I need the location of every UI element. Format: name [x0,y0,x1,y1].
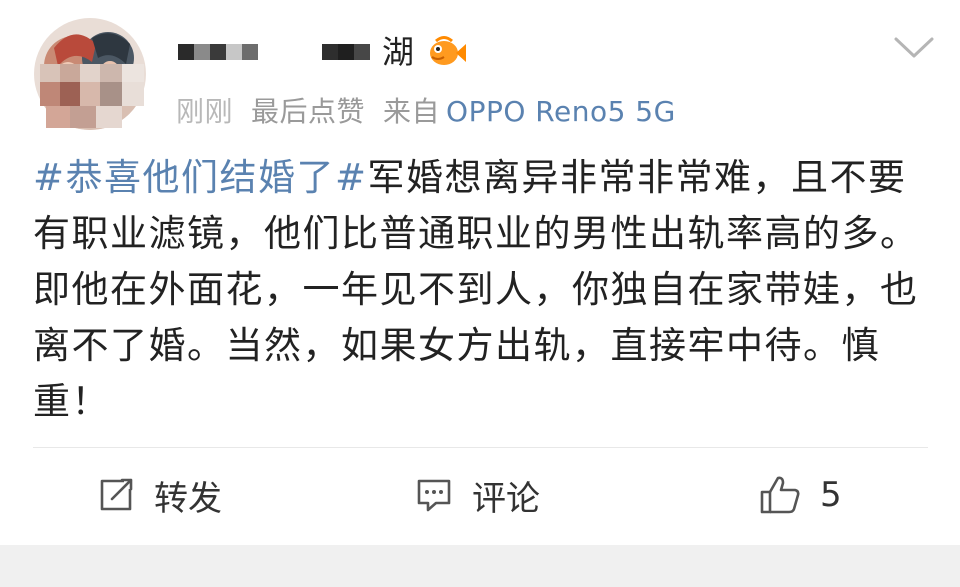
avatar-mosaic [40,64,144,128]
hashtag-link[interactable]: #恭喜他们结婚了# [33,156,368,199]
divider [33,447,928,448]
source-prefix: 来自 [383,95,441,128]
weibo-post-card: 湖 刚刚 最后点赞 来自 OPPO Reno5 5G #恭喜他们结婚了#军婚想离异非常… [0,0,960,545]
last-like-label: 最后点赞 [251,95,366,128]
fish-badge-icon[interactable] [426,35,467,69]
username[interactable]: 湖 [178,28,467,76]
source-device[interactable]: OPPO Reno5 5G [446,95,676,128]
comment-icon [417,479,451,512]
username-text: 湖 [382,33,415,71]
repost-label: 转发 [154,478,222,519]
like-count: 5 [820,475,842,515]
comment-button[interactable]: 评论 [414,470,540,520]
post-text: #恭喜他们结婚了#军婚想离异非常非常难，且不要有职业滤镜，他们比普通职业的男性出… [33,150,923,430]
feed-separator [0,545,960,587]
chevron-down-icon[interactable] [893,36,935,60]
thumbs-up-icon [760,476,800,514]
username-mosaic [178,44,370,60]
like-button[interactable]: 5 [758,470,842,520]
repost-button[interactable]: 转发 [96,470,222,520]
post-meta: 刚刚 最后点赞 来自 OPPO Reno5 5G [176,90,694,130]
post-time: 刚刚 [176,95,234,128]
repost-icon [100,478,133,511]
comment-label: 评论 [472,478,540,519]
